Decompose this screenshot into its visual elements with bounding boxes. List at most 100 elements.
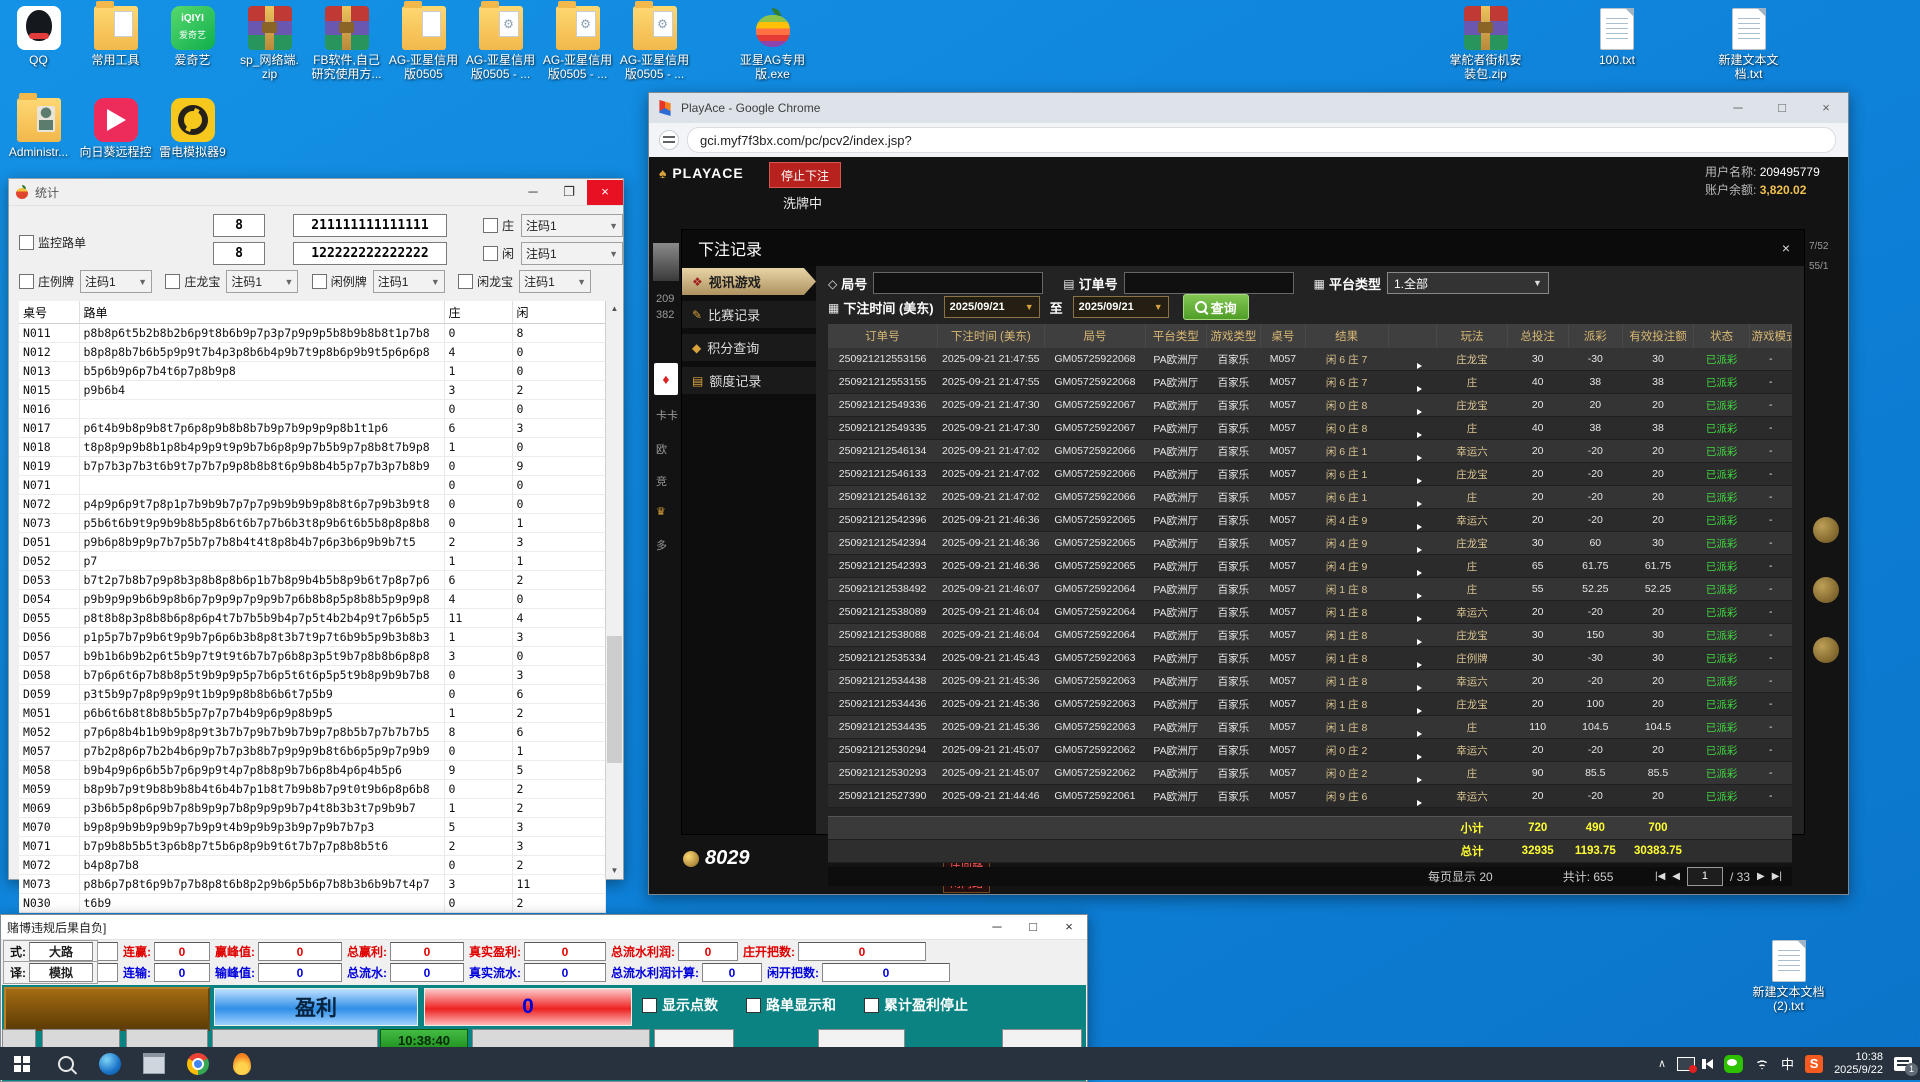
round-input[interactable] — [873, 272, 1043, 294]
road-table-row[interactable]: N019 b7p7b3p7b3t6b9t7p7b7p9p8b8b8t6p9b8b… — [19, 457, 605, 476]
player-checkbox[interactable]: 闲 — [483, 245, 514, 262]
road-table-row[interactable]: N017 p6t4b9b8p9b8t7p6p8p9b8b8b7b9p7b9p9p… — [19, 419, 605, 438]
road-table-row[interactable]: M059 b8p9b7p9t9b8b9b8b4t6b4b7p1b8t7b9b8b… — [19, 780, 605, 799]
stat-value[interactable]: 0 — [258, 963, 342, 982]
player-count-input[interactable]: 8 — [213, 242, 265, 265]
cell-replay[interactable] — [1388, 624, 1437, 647]
road-table-row[interactable]: M072 b4p8p7b8 0 2 — [19, 856, 605, 875]
trophy-icon[interactable]: ♛ — [656, 505, 666, 518]
side-gold-button[interactable] — [1813, 517, 1839, 543]
desktop-icon[interactable]: 雷电模拟器9 — [154, 98, 231, 159]
desktop-icon[interactable]: 常用工具 — [77, 6, 154, 81]
cell-replay[interactable] — [1388, 555, 1437, 578]
banker-code-select[interactable]: 注码1▼ — [521, 214, 623, 237]
road-table-row[interactable]: M070 b9p8p9b9b9p9b9p7b9p9t4b9p9b9p3b9p7p… — [19, 818, 605, 837]
stat-value[interactable]: 0 — [390, 942, 464, 961]
stat-value[interactable]: 0 — [702, 963, 762, 982]
taskbar-app-chrome[interactable] — [176, 1047, 220, 1080]
next-page-icon[interactable] — [1757, 871, 1765, 882]
panel-checkbox[interactable]: 累计盈利停止 — [864, 995, 968, 1015]
stat-value[interactable]: 0 — [524, 963, 606, 982]
volume-icon[interactable] — [1706, 1059, 1713, 1069]
profit-button[interactable]: 盈利 — [214, 988, 418, 1026]
start-button[interactable] — [0, 1047, 44, 1080]
modal-tab[interactable]: 视讯游戏 — [682, 268, 816, 295]
road-table-row[interactable]: N018 t8p8p9p9b8b1p8b4p9p9t9p9b7b6p8p9p7b… — [19, 438, 605, 457]
side-gold-button[interactable] — [1813, 637, 1839, 663]
stat-value[interactable]: 0 — [154, 942, 210, 961]
road-table-row[interactable]: N012 b8p8p8b7b6b5p9p9t7b4p3p8b6b4p9b7t9p… — [19, 343, 605, 362]
minimize-icon[interactable]: ─ — [515, 180, 551, 205]
cell-replay[interactable] — [1388, 762, 1437, 785]
left-menu-item[interactable]: 竞 — [656, 473, 667, 489]
stat-value[interactable]: 0 — [154, 963, 210, 982]
cell-replay[interactable] — [1388, 670, 1437, 693]
panel-checkbox[interactable]: 路单显示和 — [746, 995, 836, 1015]
ime-indicator[interactable]: 中 — [1781, 1054, 1794, 1073]
platform-select[interactable]: 1.全部 ▼ — [1387, 272, 1549, 294]
left-menu-item[interactable]: 卡卡 — [656, 407, 678, 423]
modal-tab[interactable]: 积分查询 — [682, 334, 816, 361]
monitor-road-checkbox[interactable]: 监控路单 — [19, 234, 86, 251]
notification-icon[interactable]: 1 — [1894, 1057, 1912, 1071]
left-menu-item[interactable]: 欧 — [656, 441, 667, 457]
option-checkbox[interactable]: 庄龙宝 — [165, 273, 220, 290]
last-page-icon[interactable] — [1772, 871, 1782, 882]
road-table-row[interactable]: D059 p3t5b9p7p8p9p9p9t1b9p9p8b8b6b6t7p5b… — [19, 685, 605, 704]
road-table-row[interactable]: D057 b9b1b6b9b2p6t5b9p7t9t9t6b7b7p6b8p3p… — [19, 647, 605, 666]
desktop-icon[interactable]: AG-亚星信用 版0505 — [385, 6, 462, 81]
road-table-row[interactable]: N030 t6b9 0 2 — [19, 894, 605, 913]
cell-replay[interactable] — [1388, 348, 1437, 371]
cell-replay[interactable] — [1388, 785, 1437, 808]
road-table-row[interactable]: M071 b7p9b8b5b5t3p6b8p7t5b6p8p9b9t6t7b7p… — [19, 837, 605, 856]
road-table-row[interactable]: D053 b7t2p7b8b7p9p8b3p8b8p8b6p1b7b8p9b4b… — [19, 571, 605, 590]
page-input[interactable]: 1 — [1687, 867, 1723, 886]
desktop-icon[interactable]: 新建文本文 档.txt — [1710, 6, 1787, 81]
cell-replay[interactable] — [1388, 371, 1437, 394]
desktop-icon[interactable]: 新建文本文档 (2).txt — [1750, 938, 1827, 1013]
road-table-row[interactable]: N011 p8b8p6t5b2b8b2b6p9t8b6b9p7p3p7p9p9p… — [19, 324, 605, 343]
road-table-row[interactable]: M073 p8b6p7p8t6p9b7p7b8p8t6b8p2p9b6p5b6p… — [19, 875, 605, 894]
road-table-row[interactable]: N015 p9b6b4 3 2 — [19, 381, 605, 400]
cell-replay[interactable] — [1388, 440, 1437, 463]
option-code-select[interactable]: 注码1▼ — [373, 270, 445, 293]
road-table-row[interactable]: N073 p5b6t6b9t9p9b9b8b5p8b6t6b7p7b6b3t8p… — [19, 514, 605, 533]
road-table-row[interactable]: D056 p1p5p7b7p9b6t9p9b7p6p6b3b8p8t3b7t9p… — [19, 628, 605, 647]
option-code-select[interactable]: 注码1▼ — [519, 270, 591, 293]
taskbar-search[interactable] — [44, 1047, 88, 1080]
desktop-icon[interactable]: 向日葵远程控 — [77, 98, 154, 159]
cell-replay[interactable] — [1388, 716, 1437, 739]
player-code-select[interactable]: 注码1▼ — [521, 242, 623, 265]
cell-replay[interactable] — [1388, 739, 1437, 762]
sogou-icon[interactable]: S — [1805, 1055, 1823, 1073]
road-table-row[interactable]: N013 b5p6b9p6p7b4t6p7p8b9p8 1 0 — [19, 362, 605, 381]
road-table-row[interactable]: D058 b7p6p6t6p7b8b8p5t9b9p9p5p7b6p5t6t6p… — [19, 666, 605, 685]
prev-page-icon[interactable] — [1672, 871, 1680, 882]
cell-replay[interactable] — [1388, 463, 1437, 486]
side-gold-button[interactable] — [1813, 577, 1839, 603]
banker-count-input[interactable]: 8 — [213, 214, 265, 237]
road-table-row[interactable]: D051 p9b6p8b9p9p7b7p5b7p7b8b4t4t8p8b4b7p… — [19, 533, 605, 552]
desktop-icon[interactable]: 100.txt — [1579, 6, 1656, 81]
desktop-icon[interactable]: FB软件,自己 研究使用方... — [308, 6, 385, 81]
wifi-icon[interactable] — [1754, 1058, 1770, 1070]
banker-checkbox[interactable]: 庄 — [483, 217, 514, 234]
stop-betting-button[interactable]: 停止下注 — [769, 162, 841, 188]
cell-replay[interactable] — [1388, 601, 1437, 624]
close-icon[interactable]: × — [1804, 94, 1848, 123]
order-input[interactable] — [1124, 272, 1294, 294]
panel-checkbox[interactable]: 显示点数 — [642, 995, 718, 1015]
cell-replay[interactable] — [1388, 647, 1437, 670]
stat-value[interactable]: 0 — [524, 942, 606, 961]
close-icon[interactable]: × — [587, 180, 623, 205]
taskbar-app-window[interactable] — [132, 1047, 176, 1080]
left-menu-item[interactable]: 多 — [656, 537, 667, 553]
option-code-select[interactable]: 注码1▼ — [226, 270, 298, 293]
taskbar-app-game[interactable] — [220, 1047, 264, 1080]
road-table-row[interactable]: M051 p6b6t6b8t8b8b5b5p7p7p7b4b9p6p9p8b9p… — [19, 704, 605, 723]
road-table-row[interactable]: D055 p8t8b8p3p8b8b6p8p6p4t7b7b5b9b4p7p5t… — [19, 609, 605, 628]
first-page-icon[interactable] — [1655, 871, 1665, 882]
scrollbar[interactable]: ▲ ▼ — [605, 301, 623, 879]
banker-pattern-input[interactable]: 211111111111111 — [293, 214, 447, 237]
cell-replay[interactable] — [1388, 532, 1437, 555]
